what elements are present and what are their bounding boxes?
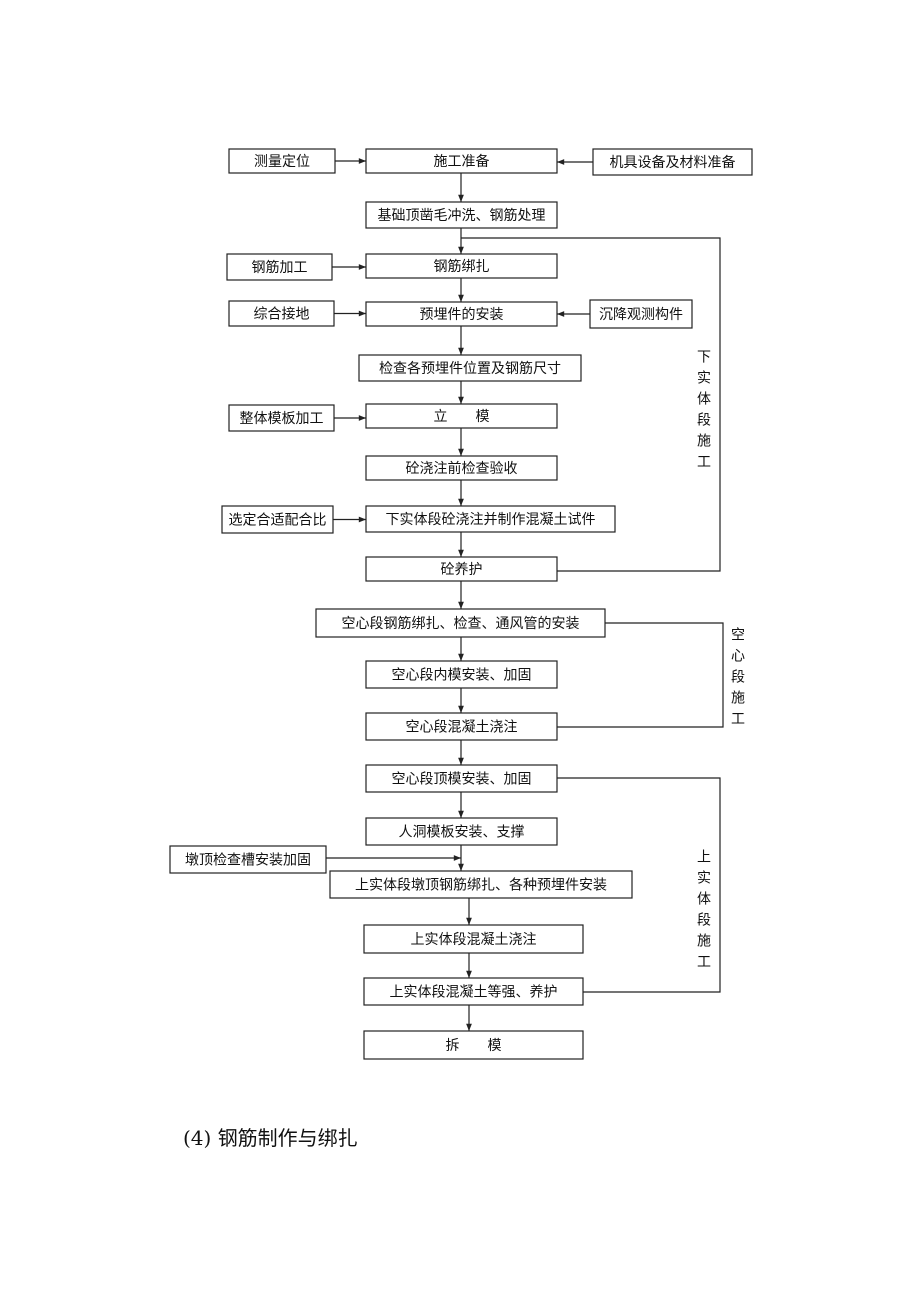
node-label: 拆 模	[446, 1038, 502, 1054]
node-cure: 砼养护	[365, 556, 558, 582]
node-label: 基础顶凿毛冲洗、钢筋处理	[378, 207, 546, 224]
node-embed: 预埋件的安装	[365, 301, 558, 327]
loop-hollow-section	[557, 622, 724, 728]
node-precheck: 砼浇注前检查验收	[365, 455, 558, 481]
node-label: 砼养护	[441, 562, 483, 578]
node-mix: 选定合适配合比	[221, 505, 334, 534]
node-hollow-rebar: 空心段钢筋绑扎、检查、通风管的安装	[315, 608, 606, 638]
node-upper-pour: 上实体段混凝土浇注	[363, 924, 584, 954]
node-prep: 施工准备	[365, 148, 558, 174]
node-label: 沉降观测构件	[599, 307, 683, 323]
node-formwork: 立 模	[365, 403, 558, 429]
node-label: 综合接地	[254, 306, 310, 323]
group-label-hollow: 空心段施工	[729, 627, 745, 732]
node-label: 空心段混凝土浇注	[406, 720, 518, 736]
node-manhole: 人洞模板安装、支撑	[365, 817, 558, 846]
node-hollow-top: 空心段顶模安装、加固	[365, 764, 558, 793]
node-label: 钢筋加工	[252, 259, 308, 276]
node-equip: 机具设备及材料准备	[592, 148, 753, 176]
node-label: 机具设备及材料准备	[610, 154, 736, 171]
node-label: 选定合适配合比	[229, 513, 327, 529]
node-label: 砼浇注前检查验收	[406, 460, 518, 477]
section-heading: (4) 钢筋制作与绑扎	[183, 1126, 358, 1150]
node-label: 下实体段砼浇注并制作混凝土试件	[386, 512, 596, 528]
node-label: 人洞模板安装、支撑	[399, 825, 525, 841]
node-rebar-tie: 钢筋绑扎	[365, 253, 558, 279]
node-check: 检查各预埋件位置及钢筋尺寸	[358, 354, 582, 382]
node-settle: 沉降观测构件	[589, 299, 693, 329]
node-upper-rebar: 上实体段墩顶钢筋绑扎、各种预埋件安装	[329, 870, 633, 899]
node-label: 钢筋绑扎	[434, 258, 490, 275]
node-hollow-inner: 空心段内模安装、加固	[365, 660, 558, 689]
node-pier-slot: 墩顶检查槽安装加固	[169, 845, 327, 874]
node-upper-cure: 上实体段混凝土等强、养护	[363, 977, 584, 1006]
node-label: 立 模	[434, 409, 490, 425]
node-strip: 拆 模	[363, 1030, 584, 1060]
node-label: 上实体段墩顶钢筋绑扎、各种预埋件安装	[355, 877, 607, 894]
node-rebar-proc: 钢筋加工	[226, 253, 333, 281]
node-label: 整体模板加工	[240, 411, 324, 427]
node-label: 测量定位	[254, 154, 310, 170]
node-label: 检查各预埋件位置及钢筋尺寸	[379, 360, 561, 377]
node-form-proc: 整体模板加工	[228, 404, 335, 432]
construction-flowchart: 测量定位 施工准备 机具设备及材料准备基础顶凿毛冲洗、钢筋处理钢筋加工 钢筋绑扎综合接…	[169, 148, 753, 1060]
node-ground: 综合接地	[228, 300, 335, 327]
node-label: 空心段内模安装、加固	[392, 668, 532, 684]
node-survey: 测量定位	[228, 148, 336, 174]
node-label: 空心段钢筋绑扎、检查、通风管的安装	[342, 615, 580, 632]
node-label: 预埋件的安装	[420, 307, 504, 323]
group-label-upper: 上实体段施工	[695, 849, 711, 975]
node-base: 基础顶凿毛冲洗、钢筋处理	[365, 201, 558, 229]
node-label: 墩顶检查槽安装加固	[185, 853, 311, 869]
node-label: 施工准备	[434, 153, 490, 170]
group-label-lower: 下实体段施工	[695, 349, 711, 475]
node-hollow-pour: 空心段混凝土浇注	[365, 712, 558, 741]
node-label: 上实体段混凝土等强、养护	[390, 984, 558, 1001]
node-label: 空心段顶模安装、加固	[392, 772, 532, 788]
node-lower-pour: 下实体段砼浇注并制作混凝土试件	[365, 505, 616, 533]
node-label: 上实体段混凝土浇注	[411, 932, 537, 948]
